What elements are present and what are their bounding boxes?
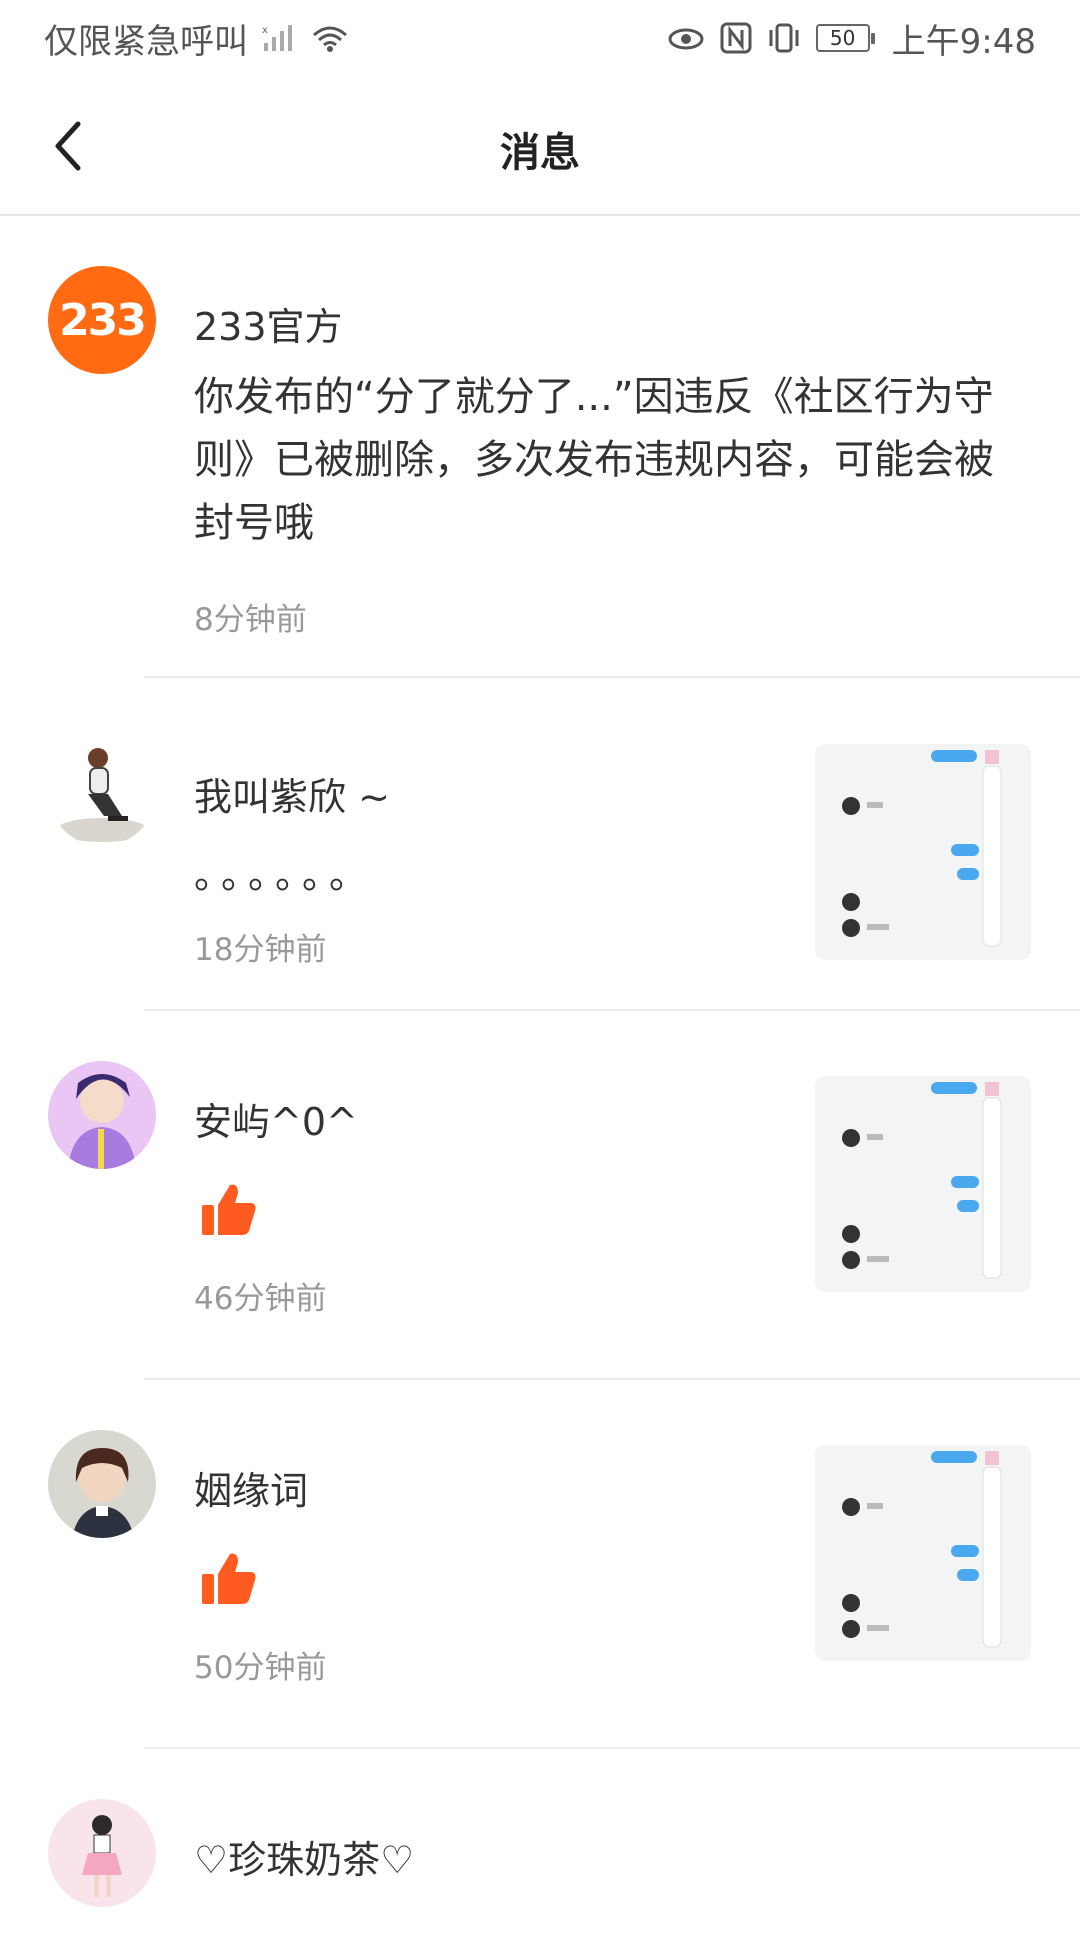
message-time: 18分钟前 — [194, 932, 327, 968]
avatar-logo-text: 233 — [59, 294, 147, 346]
vibrate-icon — [766, 22, 802, 54]
avatar: 233 — [48, 266, 156, 374]
nfc-icon — [720, 22, 752, 54]
thumbnail-image[interactable] — [815, 1076, 1031, 1292]
top-app-bar: 消息 — [0, 76, 1080, 216]
battery-icon: 50 — [815, 24, 875, 52]
svg-text:x: x — [262, 25, 268, 36]
sender-name: ♡珍珠奶茶♡ — [194, 1838, 415, 1882]
page-title: 消息 — [500, 130, 580, 176]
carrier-text: 仅限紧急呼叫 — [44, 21, 248, 62]
thumbnail-image[interactable] — [815, 744, 1031, 960]
message-item[interactable]: 安屿^0^ 46分钟前 — [0, 1011, 1080, 1380]
thumbnail-image[interactable] — [815, 1445, 1031, 1661]
thumbs-up-icon — [200, 1181, 258, 1243]
avatar — [48, 1430, 156, 1538]
sender-name: 安屿^0^ — [194, 1100, 358, 1144]
wifi-icon — [310, 23, 350, 53]
eye-comfort-icon — [666, 23, 706, 53]
sender-name: 我叫紫欣 ~ — [194, 775, 390, 819]
message-list: 233 233官方 你发布的“分了就分了...”因违反《社区行为守则》已被删除，… — [0, 216, 1080, 1949]
message-time: 50分钟前 — [194, 1650, 327, 1686]
message-time: 8分钟前 — [194, 602, 307, 638]
sender-name: 姻缘词 — [194, 1469, 309, 1513]
message-time: 46分钟前 — [194, 1281, 327, 1317]
status-bar: 仅限紧急呼叫 x 50 上午9:48 — [0, 0, 1080, 76]
avatar — [48, 1799, 156, 1907]
message-item[interactable]: 我叫紫欣 ~ 。。。。。。 18分钟前 — [0, 678, 1080, 1011]
message-item[interactable]: 姻缘词 50分钟前 — [0, 1380, 1080, 1749]
message-item[interactable]: 233 233官方 你发布的“分了就分了...”因违反《社区行为守则》已被删除，… — [0, 216, 1080, 678]
thumbs-up-icon — [200, 1550, 258, 1612]
sender-name: 233官方 — [194, 305, 343, 349]
message-content: 你发布的“分了就分了...”因违反《社区行为守则》已被删除，多次发布违规内容，可… — [194, 374, 994, 546]
signal-icon: x — [262, 23, 296, 53]
message-item[interactable]: ♡珍珠奶茶♡ — [0, 1749, 1080, 1949]
clock-text: 上午9:48 — [891, 21, 1036, 62]
avatar — [48, 738, 156, 846]
avatar — [48, 1061, 156, 1169]
